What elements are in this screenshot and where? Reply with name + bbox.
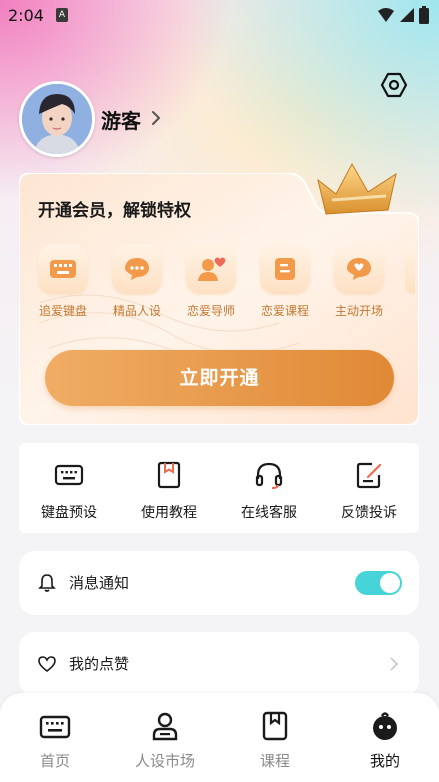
tab-persona-market[interactable]: 人设市场 bbox=[110, 693, 220, 782]
vip-feature-keyboard[interactable]: 追爱键盘 bbox=[32, 244, 94, 319]
my-likes-label: 我的点赞 bbox=[69, 655, 130, 673]
vip-feature-label: 恋爱导师 bbox=[186, 304, 235, 318]
tab-label: 课程 bbox=[259, 752, 290, 770]
toggle-knob bbox=[380, 573, 400, 593]
chat-bubble-icon bbox=[125, 258, 149, 280]
mascot-icon bbox=[373, 712, 397, 740]
tool-label: 使用教程 bbox=[141, 505, 197, 521]
status-time: 2:04 bbox=[8, 6, 44, 25]
signal-icon bbox=[400, 8, 414, 22]
edit-note-icon bbox=[356, 462, 382, 489]
avatar-portrait-icon bbox=[22, 84, 92, 154]
status-icons bbox=[377, 6, 429, 24]
tab-label: 首页 bbox=[39, 752, 70, 770]
wifi-icon bbox=[378, 8, 394, 22]
vip-feature-overflow bbox=[405, 244, 415, 294]
vip-feature-mentor[interactable]: 恋爱导师 bbox=[180, 244, 242, 319]
heart-icon bbox=[38, 656, 56, 673]
tool-tutorial[interactable]: 使用教程 bbox=[119, 443, 219, 533]
bottom-tab-bar: 首页 人设市场 课程 我的 bbox=[0, 693, 439, 782]
tool-customer-service[interactable]: 在线客服 bbox=[219, 443, 319, 533]
person-icon bbox=[152, 712, 178, 741]
username[interactable]: 游客 bbox=[101, 105, 141, 134]
tools-panel: 键盘预设 使用教程 在线客服 反馈投诉 bbox=[19, 443, 419, 533]
keyboard-icon bbox=[50, 260, 76, 278]
battery-icon bbox=[419, 6, 429, 24]
bookmark-book-icon bbox=[157, 461, 181, 489]
vip-title: 开通会员，解锁特权 bbox=[38, 201, 191, 221]
notification-label: 消息通知 bbox=[69, 574, 130, 592]
tab-courses[interactable]: 课程 bbox=[220, 693, 330, 782]
tool-label: 反馈投诉 bbox=[341, 505, 397, 521]
avatar[interactable] bbox=[19, 81, 95, 157]
keyboard-icon bbox=[54, 464, 84, 486]
course-book-icon bbox=[275, 258, 295, 280]
vip-feature-label: 精品人设 bbox=[112, 304, 161, 318]
keyboard-icon bbox=[39, 715, 71, 739]
tool-label: 在线客服 bbox=[241, 505, 297, 521]
vip-feature-label: 恋爱课程 bbox=[260, 304, 309, 318]
vip-feature-course[interactable]: 恋爱课程 bbox=[254, 244, 316, 319]
vip-feature-label: 追爱键盘 bbox=[38, 304, 87, 318]
bookmark-book-icon bbox=[262, 711, 288, 741]
vip-crown-icon bbox=[317, 162, 397, 215]
tool-feedback[interactable]: 反馈投诉 bbox=[319, 443, 419, 533]
settings-gear-icon[interactable] bbox=[380, 71, 408, 99]
bell-icon bbox=[38, 574, 56, 592]
notification-setting-row: 消息通知 bbox=[19, 551, 419, 615]
app-notification-icon: A bbox=[56, 8, 68, 22]
notification-toggle[interactable] bbox=[355, 571, 402, 595]
chevron-right-icon[interactable] bbox=[149, 109, 163, 127]
chevron-right-icon bbox=[390, 657, 399, 671]
my-likes-row[interactable]: 我的点赞 bbox=[19, 632, 419, 696]
open-membership-button[interactable]: 立即开通 bbox=[45, 350, 394, 406]
mentor-heart-icon bbox=[198, 257, 226, 281]
tab-mine[interactable]: 我的 bbox=[330, 693, 439, 782]
tab-home[interactable]: 首页 bbox=[0, 693, 110, 782]
tool-keyboard-preset[interactable]: 键盘预设 bbox=[19, 443, 119, 533]
tab-label: 我的 bbox=[369, 752, 400, 770]
status-bar: 2:04 A bbox=[0, 0, 439, 32]
tab-label: 人设市场 bbox=[134, 752, 195, 770]
vip-feature-opener[interactable]: 主动开场 bbox=[328, 244, 390, 319]
vip-feature-label: 主动开场 bbox=[334, 304, 383, 318]
vip-feature-personas[interactable]: 精品人设 bbox=[106, 244, 168, 319]
tool-label: 键盘预设 bbox=[41, 505, 97, 521]
headset-icon bbox=[255, 462, 283, 489]
heart-bubble-icon bbox=[347, 258, 371, 280]
